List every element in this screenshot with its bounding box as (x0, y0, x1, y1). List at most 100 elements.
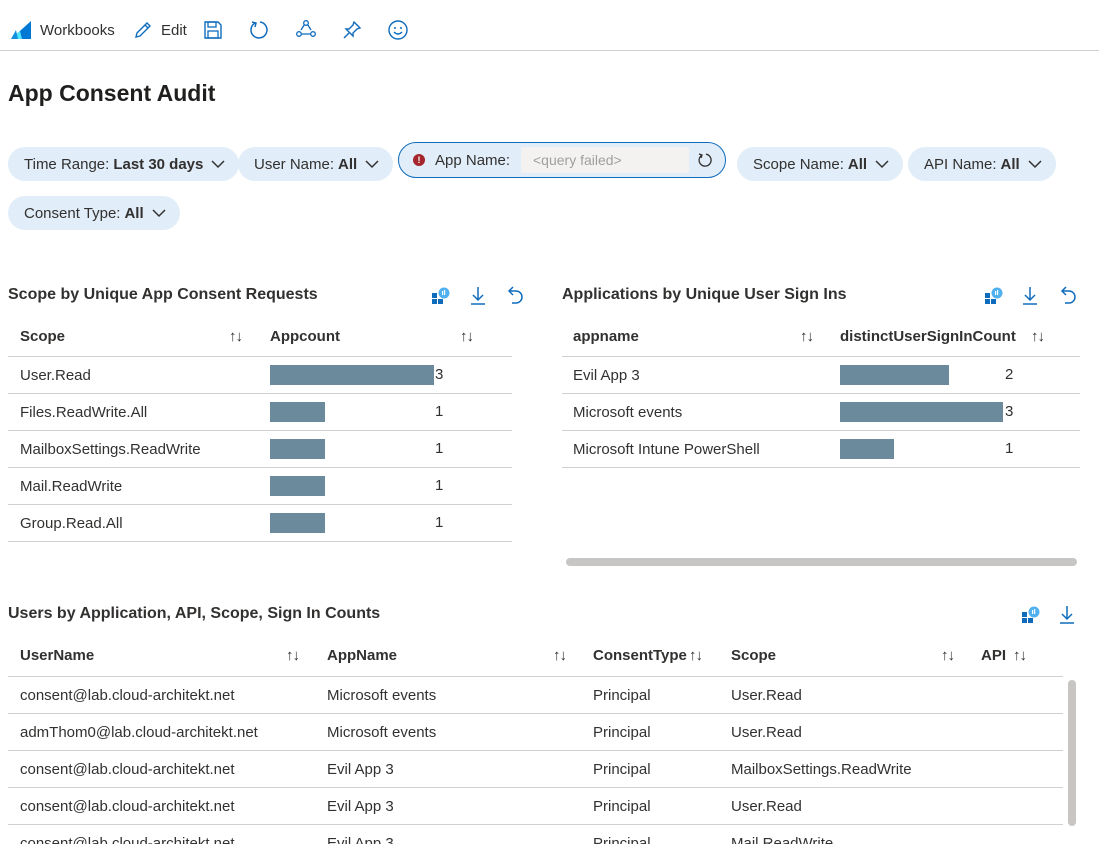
bar-mark (270, 476, 325, 496)
consenttype-cell: Principal (593, 724, 651, 741)
appname-cell: Evil App 3 (327, 761, 394, 778)
edit-button[interactable]: Edit (133, 17, 187, 43)
sort-icon[interactable]: ↑↓ (689, 647, 703, 664)
save-button[interactable] (203, 17, 223, 43)
sort-icon[interactable]: ↑↓ (460, 328, 474, 345)
sort-icon[interactable]: ↑↓ (553, 647, 567, 664)
count-label: 3 (1005, 403, 1014, 420)
scope-cell: Files.ReadWrite.All (20, 404, 148, 421)
save-icon (204, 21, 222, 39)
workbooks-logo-icon (11, 21, 31, 39)
scope-cell: Group.Read.All (20, 515, 123, 532)
appname-cell: Microsoft events (327, 724, 437, 741)
scope-name-dropdown[interactable]: Scope Name: All (737, 147, 904, 181)
scope-name-label: Scope Name: (753, 155, 844, 173)
page-title: App Consent Audit (8, 80, 216, 106)
sort-icon[interactable]: ↑↓ (1013, 647, 1027, 664)
consent-type-dropdown[interactable]: Consent Type: All (8, 196, 180, 230)
refresh-icon (250, 21, 268, 39)
appname-cell: Microsoft events (327, 687, 437, 704)
signin-count-column-header[interactable]: distinctUserSignInCount (840, 328, 1016, 345)
chevron-down-icon (1028, 159, 1042, 168)
undo-icon[interactable] (1059, 286, 1077, 306)
scope-cell: User.Read (731, 798, 802, 815)
scope-cell: Mail.ReadWrite (20, 478, 123, 495)
toolbar: Workbooks Edit (0, 0, 1099, 51)
row-divider (8, 750, 1063, 751)
download-icon[interactable] (1022, 286, 1038, 306)
share-button[interactable] (295, 17, 317, 43)
app-name-input[interactable]: <query failed> (521, 147, 689, 173)
sort-icon[interactable]: ↑↓ (229, 328, 243, 345)
chevron-down-icon (875, 159, 889, 168)
username-cell: consent@lab.cloud-architekt.net (20, 761, 235, 778)
username-cell: consent@lab.cloud-architekt.net (20, 798, 235, 815)
scope-cell: User.Read (731, 687, 802, 704)
apps-section-title: Applications by Unique User Sign Ins (562, 286, 847, 303)
analytics-icon[interactable] (985, 287, 1003, 305)
sort-icon[interactable]: ↑↓ (286, 647, 300, 664)
sort-icon[interactable]: ↑↓ (941, 647, 955, 664)
scope-section-title: Scope by Unique App Consent Requests (8, 286, 318, 303)
vertical-scrollbar[interactable] (1068, 680, 1076, 826)
user-name-dropdown[interactable]: User Name: All (238, 147, 394, 181)
count-label: 1 (435, 477, 444, 494)
scope-cell: User.Read (731, 724, 802, 741)
row-divider (8, 541, 512, 542)
row-divider (8, 504, 512, 505)
appname-cell: Evil App 3 (327, 798, 394, 815)
count-label: 1 (435, 440, 444, 457)
appname-cell: Evil App 3 (573, 367, 640, 384)
api-name-value: All (1000, 155, 1020, 173)
username-cell: consent@lab.cloud-architekt.net (20, 687, 235, 704)
app-name-dropdown[interactable]: ! App Name: <query failed> (398, 142, 726, 178)
chevron-down-icon (211, 159, 225, 168)
workbooks-button[interactable]: Workbooks (10, 17, 115, 43)
username-column-header[interactable]: UserName (20, 647, 94, 664)
analytics-icon[interactable] (1022, 606, 1040, 624)
sort-icon[interactable]: ↑↓ (1031, 328, 1045, 345)
appname-column-header[interactable]: AppName (327, 647, 397, 664)
consenttype-column-header[interactable]: ConsentType (593, 647, 687, 664)
refresh-icon[interactable] (697, 152, 713, 168)
scope-cell: Mail.ReadWrite (731, 835, 834, 844)
appname-cell: Microsoft Intune PowerShell (573, 441, 760, 458)
error-icon: ! (413, 154, 425, 166)
username-cell: consent@lab.cloud-architekt.net (20, 835, 235, 844)
api-name-label: API Name: (924, 155, 997, 173)
scope-column-header[interactable]: Scope (731, 647, 776, 664)
chevron-down-icon (365, 159, 379, 168)
feedback-button[interactable] (387, 17, 409, 43)
user-name-label: User Name: (254, 155, 335, 173)
users-section-title: Users by Application, API, Scope, Sign I… (8, 605, 381, 622)
undo-icon[interactable] (506, 286, 524, 306)
bar-mark (270, 365, 434, 385)
download-icon[interactable] (1059, 605, 1075, 625)
row-divider (8, 467, 512, 468)
bar-mark (270, 439, 325, 459)
bar-mark (270, 513, 325, 533)
row-divider (562, 467, 1080, 468)
consenttype-cell: Principal (593, 687, 651, 704)
time-range-dropdown[interactable]: Time Range: Last 30 days (8, 147, 240, 181)
download-icon[interactable] (470, 286, 486, 306)
appname-column-header[interactable]: appname (573, 328, 639, 345)
pin-button[interactable] (342, 17, 362, 43)
scope-column-header[interactable]: Scope (20, 328, 65, 345)
api-column-header[interactable]: API (981, 647, 1006, 664)
row-divider (562, 430, 1080, 431)
row-divider (562, 393, 1080, 394)
refresh-button[interactable] (249, 17, 271, 43)
row-divider (8, 713, 1063, 714)
pin-icon (343, 20, 362, 39)
bar-mark (840, 365, 949, 385)
api-name-dropdown[interactable]: API Name: All (908, 147, 1056, 181)
appcount-column-header[interactable]: Appcount (270, 328, 340, 345)
row-divider (8, 824, 1063, 825)
consenttype-cell: Principal (593, 798, 651, 815)
analytics-icon[interactable] (432, 287, 450, 305)
bar-mark (840, 439, 894, 459)
sort-icon[interactable]: ↑↓ (800, 328, 814, 345)
horizontal-scrollbar[interactable] (566, 558, 1077, 566)
scope-name-value: All (847, 155, 868, 173)
